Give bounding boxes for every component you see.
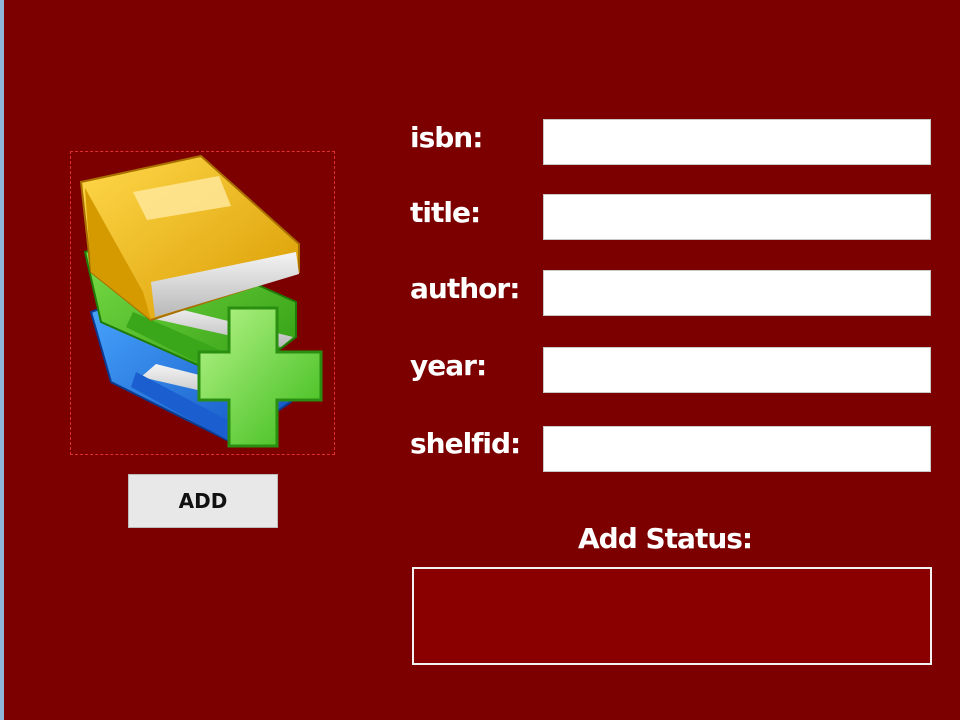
add-status-label: Add Status: (578, 522, 753, 555)
add-button[interactable]: ADD (128, 474, 278, 528)
title-label: title: (410, 196, 481, 229)
isbn-field[interactable] (543, 119, 931, 165)
add-book-icon-frame (70, 151, 335, 455)
year-label: year: (410, 349, 487, 382)
title-field[interactable] (543, 194, 931, 240)
isbn-label: isbn: (410, 121, 483, 154)
author-field[interactable] (543, 270, 931, 316)
year-field[interactable] (543, 347, 931, 393)
add-book-window: ADD isbn: title: author: year: shelfid: … (0, 0, 960, 720)
author-label: author: (410, 272, 520, 305)
add-status-box (412, 567, 932, 665)
shelfid-field[interactable] (543, 426, 931, 472)
add-book-icon (79, 154, 323, 448)
shelfid-label: shelfid: (410, 427, 521, 460)
